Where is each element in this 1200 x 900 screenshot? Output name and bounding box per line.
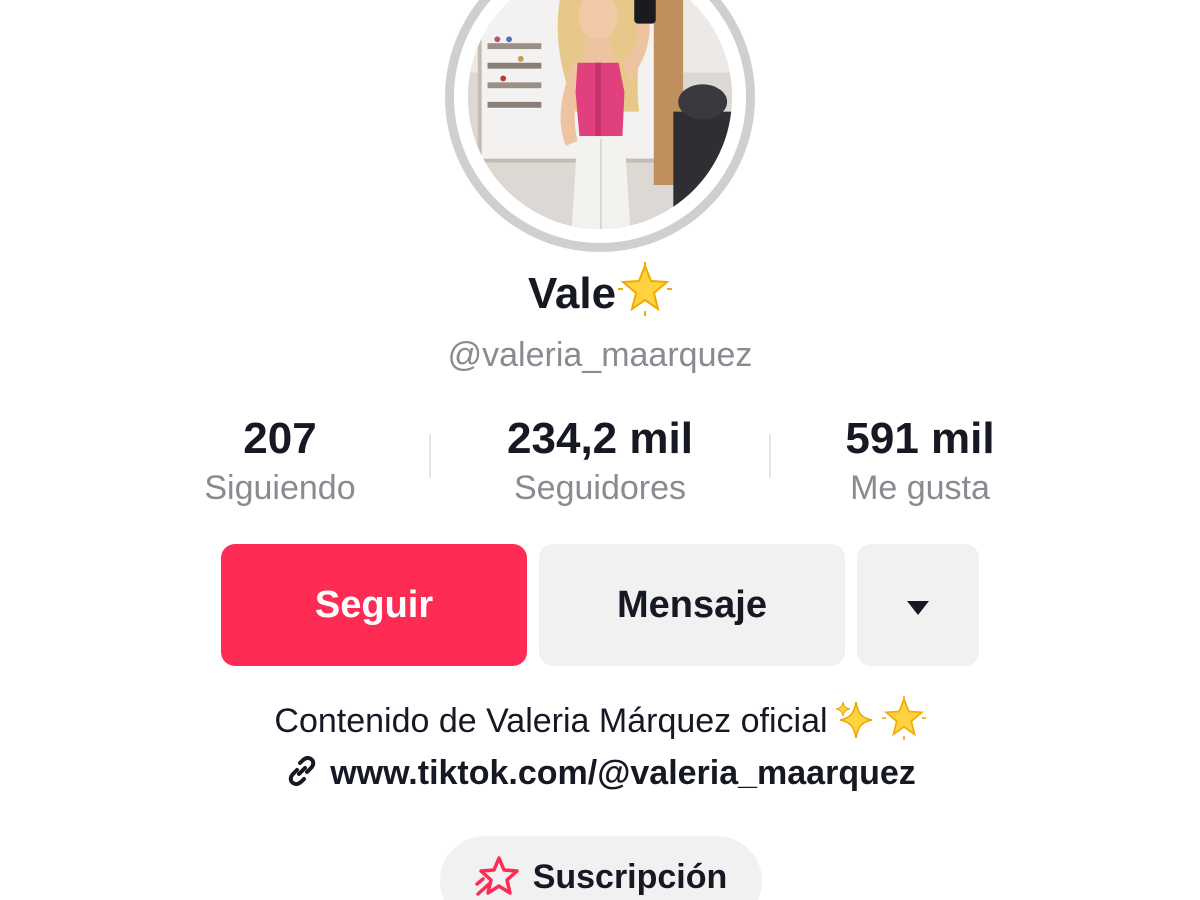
message-button[interactable]: Mensaje — [539, 544, 845, 666]
display-name-row: Vale — [0, 262, 1200, 332]
username-handle: @valeria_maarquez — [447, 336, 753, 374]
bio: Contenido de Valeria Márquez oficial — [0, 696, 1200, 752]
bio-link[interactable]: www.tiktok.com/@valeria_maarquez — [0, 750, 1200, 796]
glowing-star-icon — [618, 262, 673, 332]
link-icon — [284, 753, 320, 794]
stat-likes[interactable]: 591 mil Me gusta — [820, 412, 1020, 510]
profile-photo — [468, 0, 732, 229]
sparkles-icon — [834, 698, 876, 752]
subscription-star-icon — [474, 854, 521, 900]
subscription-button[interactable]: Suscripción — [440, 836, 762, 900]
display-name: Vale — [527, 269, 617, 318]
stat-divider — [429, 434, 431, 478]
likes-label: Me gusta — [850, 469, 990, 507]
subscription-label: Suscripción — [532, 858, 728, 896]
glowing-star-icon — [881, 696, 926, 752]
following-count: 207 — [243, 414, 317, 463]
profile-stats: 207 Siguiendo 234,2 mil Seguidores 591 m… — [180, 412, 1020, 512]
caret-down-icon — [905, 584, 931, 627]
avatar — [468, 0, 732, 229]
followers-label: Seguidores — [513, 469, 686, 507]
avatar-ring[interactable] — [445, 0, 755, 252]
follow-button[interactable]: Seguir — [221, 544, 527, 666]
bio-text: Contenido de Valeria Márquez oficial — [274, 702, 828, 740]
profile-page: Vale @valeria_maarquez 207 Siguiendo 234… — [0, 0, 1200, 900]
stat-following[interactable]: 207 Siguiendo — [180, 412, 380, 510]
likes-count: 591 mil — [845, 414, 995, 463]
more-options-button[interactable] — [857, 544, 979, 666]
stat-divider — [769, 434, 771, 478]
followers-count: 234,2 mil — [507, 414, 693, 463]
stat-followers[interactable]: 234,2 mil Seguidores — [480, 412, 720, 510]
bio-link-text[interactable]: www.tiktok.com/@valeria_maarquez — [330, 750, 916, 796]
following-label: Siguiendo — [204, 469, 356, 507]
